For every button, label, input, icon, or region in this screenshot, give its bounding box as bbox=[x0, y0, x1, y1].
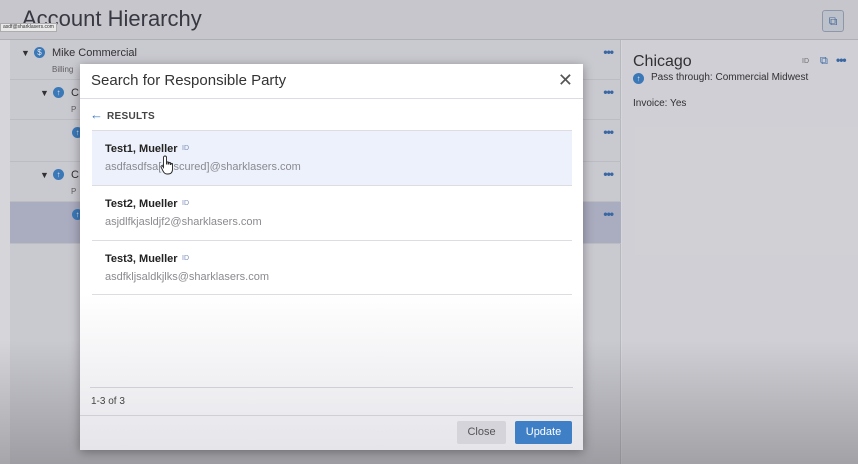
id-badge: ID bbox=[182, 145, 189, 152]
result-item[interactable]: Test3, Mueller ID asdfkljsaldkjlks@shark… bbox=[92, 240, 572, 295]
result-email: asdfasdfsa[obscured]@sharklasers.com bbox=[105, 161, 301, 173]
footer-divider bbox=[80, 415, 583, 416]
result-name: Test2, Mueller bbox=[105, 198, 178, 210]
results-label: RESULTS bbox=[107, 111, 156, 122]
close-icon[interactable]: ✕ bbox=[558, 70, 573, 90]
hand-pointer-icon bbox=[160, 155, 173, 175]
result-name: Test1, Mueller bbox=[105, 143, 178, 155]
id-badge: ID bbox=[182, 255, 189, 262]
search-responsible-party-dialog: Search for Responsible Party ✕ ← RESULTS… bbox=[80, 64, 583, 450]
id-badge: ID bbox=[182, 200, 189, 207]
pagination-row: 1-3 of 3 bbox=[90, 387, 573, 415]
modal-header: Search for Responsible Party ✕ bbox=[80, 64, 583, 99]
update-button[interactable]: Update bbox=[515, 421, 572, 444]
close-button[interactable]: Close bbox=[457, 421, 506, 444]
modal-body-fade bbox=[80, 294, 583, 450]
result-email: asjdlfkjasldjf2@sharklasers.com bbox=[105, 216, 262, 228]
result-count: 1-3 of 3 bbox=[91, 396, 125, 407]
arrow-left-icon[interactable]: ← bbox=[90, 108, 103, 122]
result-name: Test3, Mueller bbox=[105, 253, 178, 265]
result-item[interactable]: Test2, Mueller ID asjdlfkjasldjf2@sharkl… bbox=[92, 185, 572, 240]
result-email: asdfkljsaldkjlks@sharklasers.com bbox=[105, 271, 269, 283]
modal-title: Search for Responsible Party bbox=[91, 72, 287, 89]
